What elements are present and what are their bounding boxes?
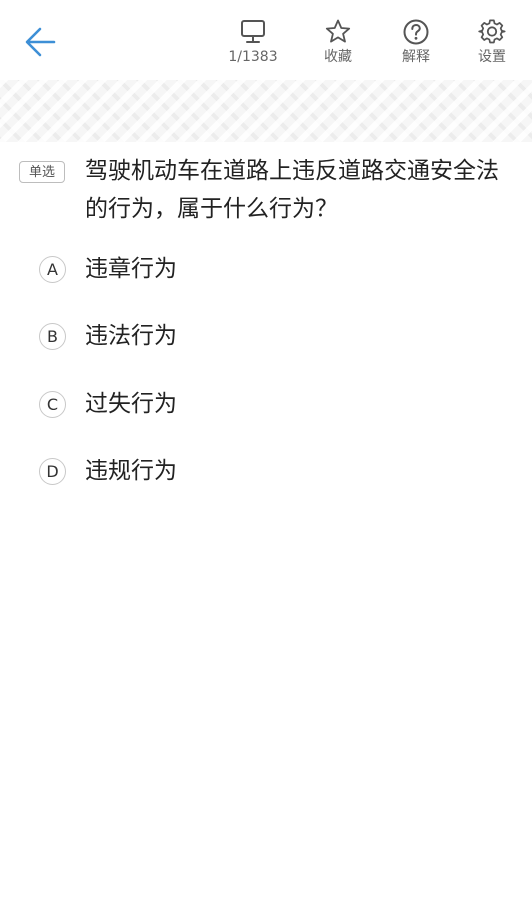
option-b[interactable]: B 违法行为 <box>0 313 532 361</box>
question-circle-icon <box>403 19 429 45</box>
question-counter-label: 1/1383 <box>228 49 278 65</box>
back-button[interactable] <box>18 22 62 62</box>
gear-icon <box>478 19 506 44</box>
question-counter-button[interactable]: 1/1383 <box>218 18 288 72</box>
decorative-pattern-band <box>0 80 532 142</box>
option-text: 违法行为 <box>85 323 177 349</box>
favorite-label: 收藏 <box>324 49 352 65</box>
explain-button[interactable]: 解释 <box>381 18 451 72</box>
settings-label: 设置 <box>478 49 506 65</box>
explain-label: 解释 <box>402 49 430 65</box>
top-toolbar: 1/1383 收藏 解释 设置 <box>0 0 532 80</box>
option-letter: C <box>39 391 66 418</box>
option-d[interactable]: D 违规行为 <box>0 448 532 496</box>
arrow-left-icon <box>25 27 56 57</box>
option-c[interactable]: C 过失行为 <box>0 381 532 429</box>
question-type-badge: 单选 <box>19 161 65 183</box>
option-text: 违章行为 <box>85 256 177 282</box>
option-letter: A <box>39 256 66 283</box>
option-letter: D <box>39 458 66 485</box>
monitor-icon <box>241 20 265 43</box>
option-text: 过失行为 <box>85 391 177 417</box>
star-icon <box>325 19 351 43</box>
favorite-button[interactable]: 收藏 <box>303 18 373 72</box>
option-letter: B <box>39 323 66 350</box>
question-text: 驾驶机动车在道路上违反道路交通安全法的行为，属于什么行为？ <box>85 158 499 222</box>
option-a[interactable]: A 违章行为 <box>0 246 532 294</box>
settings-button[interactable]: 设置 <box>457 18 527 72</box>
option-text: 违规行为 <box>85 458 177 484</box>
